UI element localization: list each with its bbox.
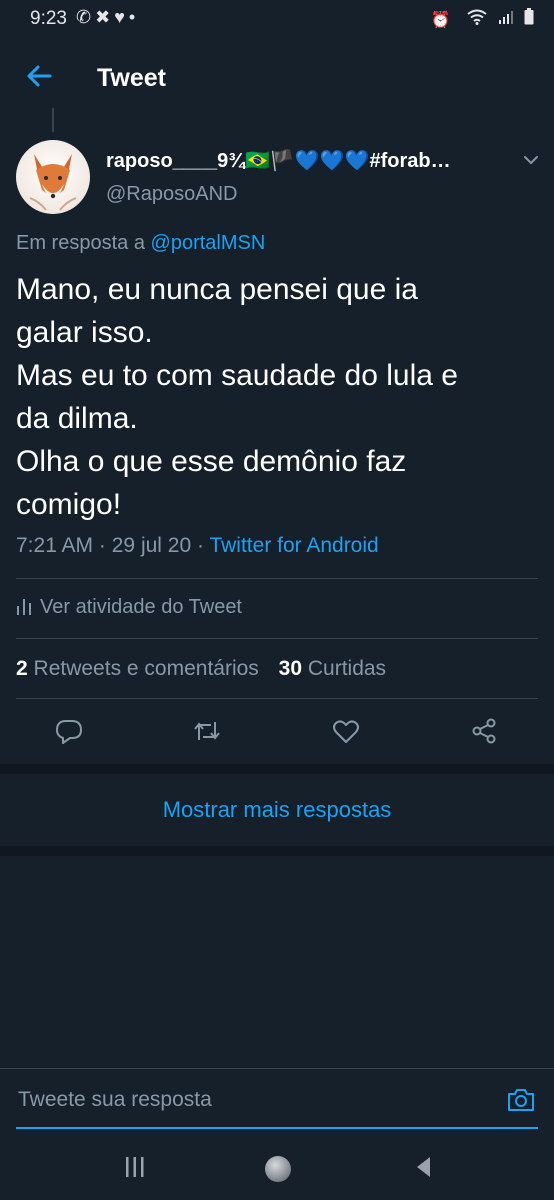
reply-context: Em resposta a @portalMSN [16,232,265,255]
back-nav-button[interactable] [412,1154,434,1185]
tweet-text-line: da dilma. [16,402,138,435]
tweet-text-line: Mas eu to com saudade do lula e [16,359,458,392]
divider [16,638,538,639]
tweet-text-line: galar isso. [16,316,153,349]
tweet-date: 29 jul 20 [111,534,192,557]
wifi-icon [457,9,498,29]
like-button[interactable] [331,716,361,746]
status-bar: 9:23 ✆✖♥• ⏰ [0,0,554,40]
tweet-activity-link[interactable]: Ver atividade do Tweet [16,596,242,619]
likes-stat[interactable]: 30 Curtidas [279,657,386,680]
system-icons: ⏰ [431,8,534,30]
tweet-text-line: Mano, eu nunca pensei que ia [16,273,418,306]
camera-icon [508,1089,534,1111]
tweet-text-line: comigo! [16,488,122,521]
section-separator [0,764,554,774]
section-separator [0,846,554,856]
author-name[interactable]: raposo____9¾🇧🇷🏴💙💙💙#forab… [106,148,451,173]
retweets-label: Retweets e comentários [33,657,259,680]
avatar[interactable] [16,140,90,214]
reply-composer [0,1068,554,1131]
share-icon [472,718,496,744]
retweet-button[interactable] [192,716,222,746]
heart-icon: ♥ [114,7,129,27]
arrow-left-icon [27,65,52,87]
reply-mention-link[interactable]: @portalMSN [151,232,266,254]
tweet-text-line: Olha o que esse demônio faz [16,445,407,478]
heart-icon [333,720,359,743]
tweet-text: Mano, eu nunca pensei que ia galar isso.… [16,268,536,526]
retweets-count: 2 [16,657,28,680]
app-bar: Tweet [0,40,554,118]
status-time: 9:23 [30,8,67,29]
whatsapp-icon: ✆ [76,7,96,27]
likes-label: Curtidas [307,657,387,680]
thread-connector [52,108,54,132]
retweets-stat[interactable]: 2 Retweets e comentários [16,657,259,680]
share-button[interactable] [469,716,499,746]
battery-icon [524,8,534,29]
tweet-meta: 7:21 AM · 29 jul 20 · Twitter for Androi… [16,534,379,558]
tweet-time: 7:21 AM [16,534,94,557]
meta-separator: · [98,534,106,557]
signal-icon [498,11,524,29]
fox-avatar-image [29,154,77,211]
chevron-down-icon [524,156,538,165]
tweet-stats: 2 Retweets e comentários 30 Curtidas [16,657,386,681]
notification-icons: ✆✖♥• [76,7,139,28]
back-button[interactable] [22,56,58,96]
reply-input[interactable] [16,1079,480,1121]
composer-underline [16,1127,538,1129]
reply-prefix: Em resposta a [16,232,145,254]
likes-count: 30 [278,657,303,680]
system-nav-bar [0,1136,554,1200]
home-icon [265,1156,291,1182]
page-title: Tweet [97,64,166,92]
recent-apps-icon [126,1157,144,1177]
camera-button[interactable] [506,1085,536,1115]
divider [16,578,538,579]
analytics-icon [17,599,31,615]
retweet-icon [194,722,220,740]
dot-icon: • [128,7,140,27]
more-options-button[interactable] [520,150,542,170]
recent-apps-button[interactable] [124,1154,146,1185]
activity-label: Ver atividade do Tweet [40,596,242,618]
author-handle[interactable]: @RaposoAND [106,183,237,206]
back-triangle-icon [417,1157,430,1177]
reply-button[interactable] [54,716,84,746]
home-button[interactable] [263,1154,293,1189]
meta-separator: · [197,534,204,557]
alarm-icon: ⏰ [430,12,457,29]
divider [16,698,538,699]
show-more-replies-button[interactable]: Mostrar mais respostas [0,774,554,846]
tweet-source-link[interactable]: Twitter for Android [209,534,378,557]
reply-icon [56,720,82,744]
app-icon: ✖ [95,7,115,27]
